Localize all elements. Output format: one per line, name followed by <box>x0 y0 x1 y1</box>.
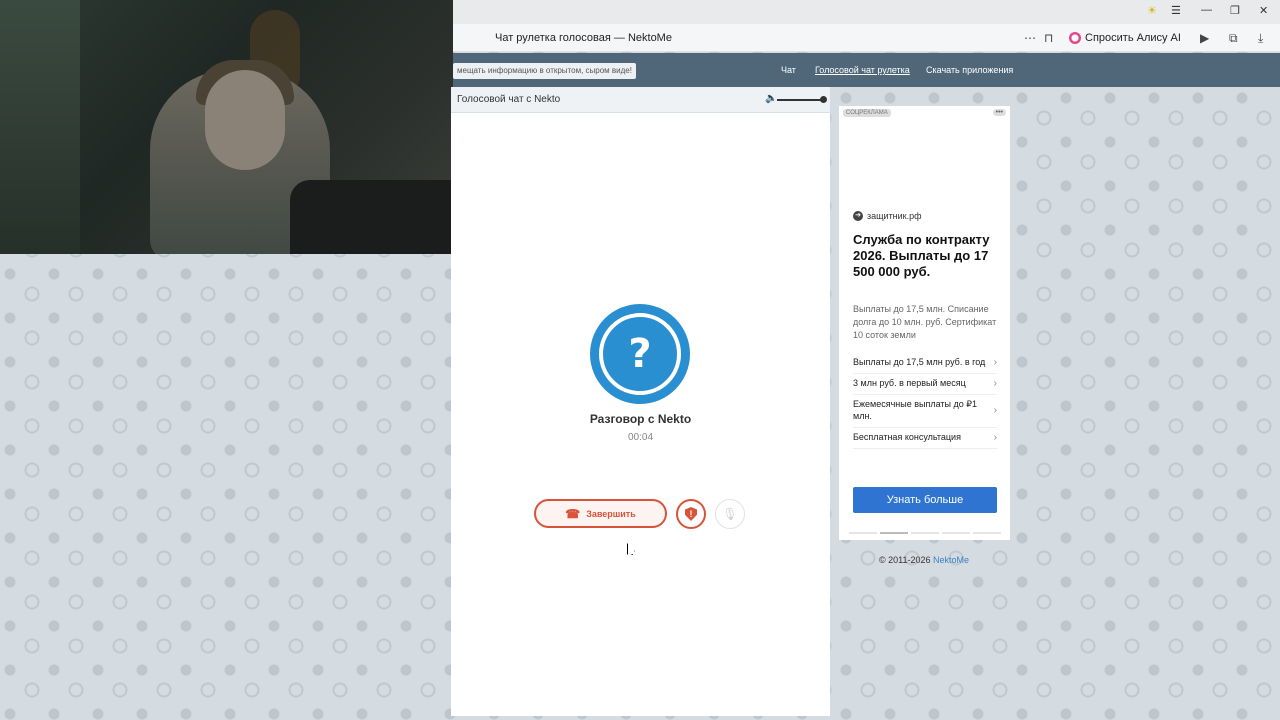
ad-link-label: 3 млн руб. в первый месяц <box>853 378 966 388</box>
collections-icon[interactable]: ⧉ <box>1229 31 1238 46</box>
ad-cta-button[interactable]: Узнать больше <box>853 487 997 513</box>
alice-icon <box>1069 32 1081 44</box>
chat-header-title: Голосовой чат с Nekto <box>457 94 561 105</box>
ad-link-item[interactable]: Бесплатная консультация › <box>853 428 997 449</box>
nav-chat[interactable]: Чат <box>781 65 796 75</box>
download-icon[interactable]: ⤓ <box>1258 31 1263 46</box>
ad-carousel-indicator[interactable] <box>849 532 1001 534</box>
ad-link-item[interactable]: 3 млн руб. в первый месяц › <box>853 374 997 395</box>
ad-banner[interactable]: СОЦРЕКЛАМА ••• ➔ защитник.рф Служба по к… <box>839 106 1010 540</box>
speaker-icon[interactable]: 🔈 <box>765 93 777 104</box>
volume-slider-handle[interactable] <box>820 96 827 103</box>
chevron-right-icon: › <box>993 357 997 368</box>
ad-link-item[interactable]: Ежемесячные выплаты до ₽1 млн. › <box>853 395 997 428</box>
copyright: © 2011-2026 NektoMe <box>879 555 969 565</box>
more-icon[interactable]: ⋯ <box>1024 31 1036 45</box>
restore-icon[interactable]: ❐ <box>1230 4 1240 17</box>
report-button[interactable]: ! <box>676 499 706 529</box>
close-icon[interactable]: ✕ <box>1259 4 1268 17</box>
phone-hangup-icon: ☎ <box>565 506 581 521</box>
browser-addressbar: Чат рулетка голосовая — NektoMe ⋯ ⊓ Спро… <box>453 24 1280 52</box>
mute-button[interactable]: 🎙 <box>715 499 745 529</box>
call-timer: 00:04 <box>627 432 654 443</box>
footer-brand-link[interactable]: NektoMe <box>933 555 969 565</box>
bookmark-icon[interactable]: ⊓ <box>1044 31 1053 45</box>
ad-badge: СОЦРЕКЛАМА <box>843 109 891 117</box>
carousel-dot-active[interactable] <box>880 532 908 534</box>
browser-titlebar: ☀ ☰ — ❐ ✕ <box>453 0 1280 24</box>
webcam-person-head <box>205 70 285 170</box>
weather-icon[interactable]: ☀ <box>1147 4 1157 17</box>
ad-more-button[interactable]: ••• <box>992 109 1006 116</box>
webcam-overlay <box>0 0 453 254</box>
chevron-right-icon: › <box>993 378 997 389</box>
arrow-right-icon: ➔ <box>853 211 863 221</box>
minimize-icon[interactable]: — <box>1201 4 1212 16</box>
copyright-text: © 2011-2026 <box>879 555 931 565</box>
nav-voice-roulette[interactable]: Голосовой чат рулетка <box>815 65 910 75</box>
nav-download-apps[interactable]: Скачать приложения <box>926 65 1013 75</box>
chevron-right-icon: › <box>993 405 997 416</box>
chat-header: Голосовой чат с Nekto 🔈 <box>451 87 830 113</box>
voice-chat-panel: Голосовой чат с Nekto 🔈 ? Разговор с Nek… <box>451 87 830 716</box>
notice-banner: мещать информацию в открытом, сыром виде… <box>453 63 636 79</box>
ad-link-item[interactable]: Выплаты до 17,5 млн руб. в год › <box>853 353 997 374</box>
webcam-chair <box>290 180 453 254</box>
ad-description: Выплаты до 17,5 млн. Списание долга до 1… <box>853 304 997 340</box>
shield-icon: ! <box>685 507 697 521</box>
carousel-dot[interactable] <box>911 532 939 534</box>
ad-link-label: Бесплатная консультация <box>853 432 961 442</box>
carousel-dot[interactable] <box>942 532 970 534</box>
webcam-wall <box>0 0 80 254</box>
chevron-right-icon: › <box>993 432 997 443</box>
conversation-title: Разговор с Nekto <box>589 412 692 426</box>
media-icon[interactable]: ▶ <box>1200 31 1209 45</box>
microphone-icon: 🎙 <box>722 507 738 521</box>
carousel-dot[interactable] <box>973 532 1001 534</box>
ad-domain-label: защитник.рф <box>867 211 922 221</box>
alice-button[interactable]: Спросить Алису AI <box>1065 28 1189 48</box>
menu-icon[interactable]: ☰ <box>1171 4 1181 17</box>
ad-title[interactable]: Служба по контракту 2026. Выплаты до 17 … <box>853 232 1003 280</box>
ad-link-label: Ежемесячные выплаты до ₽1 млн. <box>853 399 977 421</box>
tab-title[interactable]: Чат рулетка голосовая — NektoMe <box>495 32 672 44</box>
end-call-button[interactable]: ☎ Завершить <box>534 499 667 528</box>
ad-links: Выплаты до 17,5 млн руб. в год › 3 млн ру… <box>853 353 997 449</box>
carousel-dot[interactable] <box>849 532 877 534</box>
question-icon: ? <box>599 313 681 395</box>
partner-avatar: ? <box>590 304 690 404</box>
alice-label: Спросить Алису AI <box>1085 32 1181 44</box>
ad-link-label: Выплаты до 17,5 млн руб. в год <box>853 357 986 367</box>
ad-domain[interactable]: ➔ защитник.рф <box>853 211 922 221</box>
site-header: мещать информацию в открытом, сыром виде… <box>453 53 1280 87</box>
volume-slider[interactable] <box>777 99 823 101</box>
end-call-label: Завершить <box>586 508 636 519</box>
